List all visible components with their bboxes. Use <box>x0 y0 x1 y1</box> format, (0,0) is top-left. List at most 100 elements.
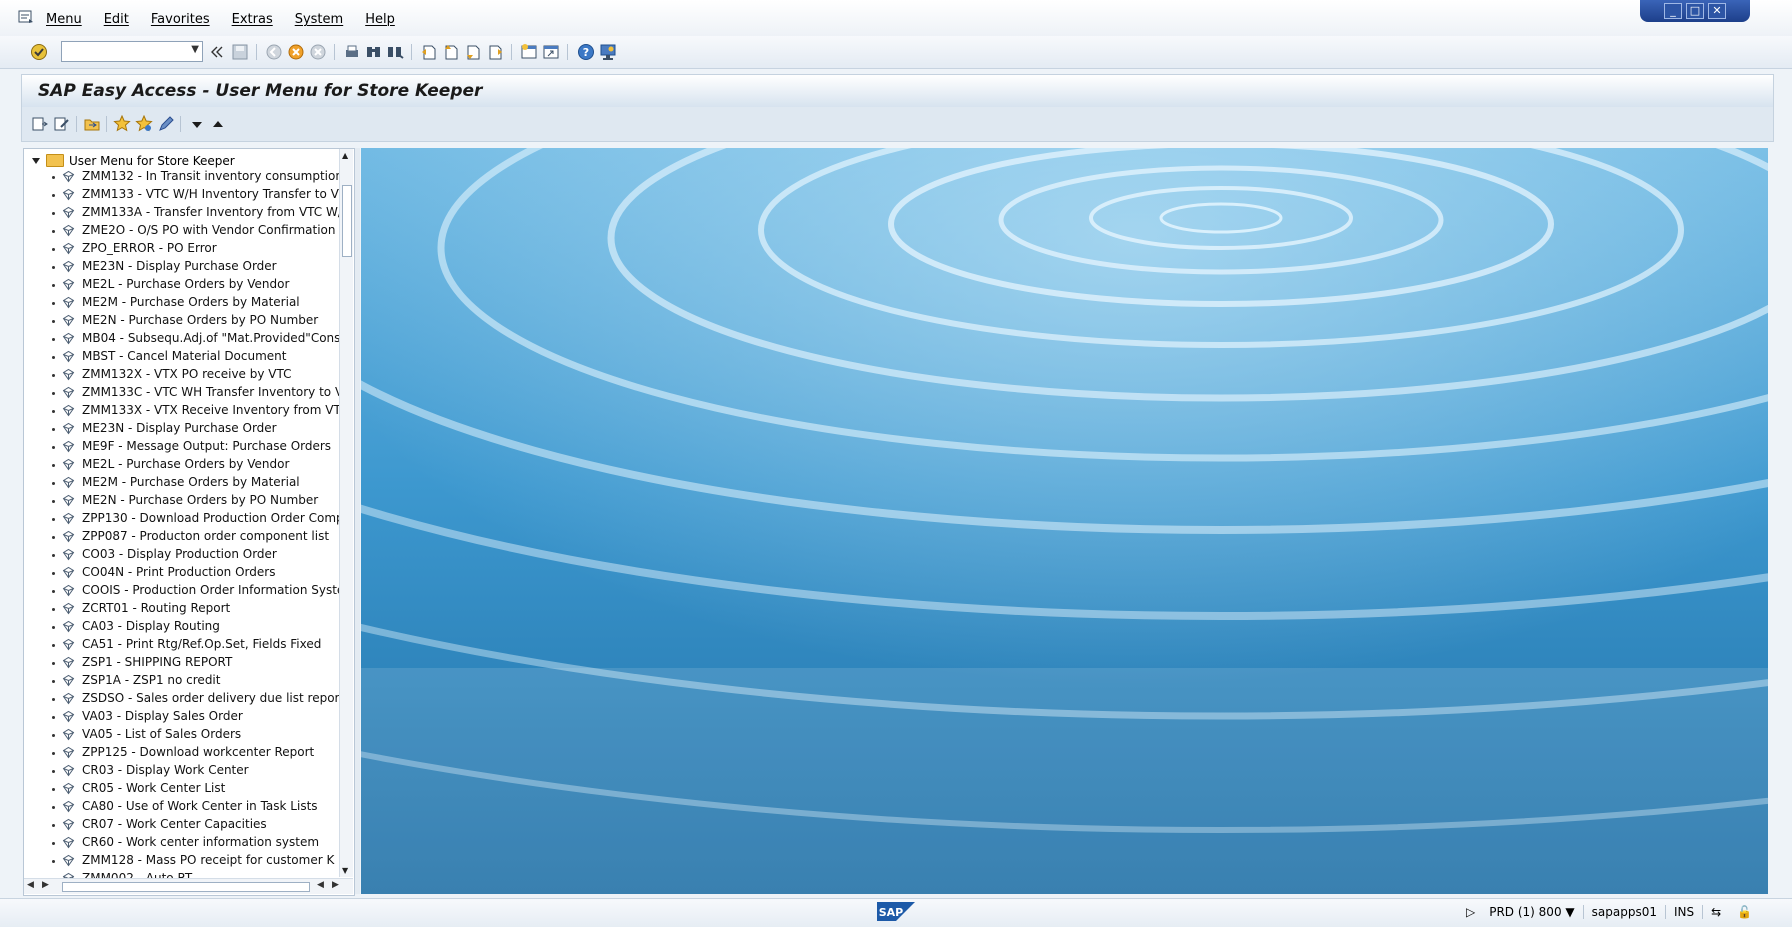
tree-item[interactable]: ZPO_ERROR - PO Error <box>24 240 339 258</box>
last-page-icon[interactable] <box>486 43 504 61</box>
add-favorite-icon[interactable] <box>113 115 131 133</box>
create-session-icon[interactable] <box>520 43 538 61</box>
triangle-down-icon[interactable] <box>188 115 206 133</box>
tree-item[interactable]: ZMM132X - VTX PO receive by VTC <box>24 366 339 384</box>
tree-item[interactable]: ZMM133 - VTC W/H Inventory Transfer to V… <box>24 186 339 204</box>
cancel-icon[interactable] <box>309 43 327 61</box>
tree-item[interactable]: ME2M - Purchase Orders by Material <box>24 294 339 312</box>
tree-item[interactable]: CR03 - Display Work Center <box>24 762 339 780</box>
save-icon[interactable] <box>231 43 249 61</box>
menu-item-help[interactable]: Help <box>365 12 395 27</box>
status-expand-icon[interactable]: ▷ <box>1466 905 1475 919</box>
transaction-icon <box>62 494 75 507</box>
menu-item-favorites[interactable]: Favorites <box>151 12 210 27</box>
tree-bullet <box>52 572 55 575</box>
lock-icon[interactable]: 🔓 <box>1729 905 1760 919</box>
tree-item[interactable]: CR05 - Work Center List <box>24 780 339 798</box>
expand-arrow-icon[interactable] <box>32 157 40 164</box>
tree-item[interactable]: VA03 - Display Sales Order <box>24 708 339 726</box>
change-favorite-icon[interactable] <box>157 115 175 133</box>
tree-item[interactable]: ZME2O - O/S PO with Vendor Confirmation <box>24 222 339 240</box>
tree-item[interactable]: CR07 - Work Center Capacities <box>24 816 339 834</box>
first-page-icon[interactable] <box>420 43 438 61</box>
tree-item[interactable]: ZMM133C - VTC WH Transfer Inventory to V… <box>24 384 339 402</box>
find-icon[interactable] <box>365 43 383 61</box>
scroll-left-icon[interactable]: ◀ <box>27 880 34 890</box>
tree-item[interactable]: CO04N - Print Production Orders <box>24 564 339 582</box>
command-field[interactable]: ▼ <box>61 41 203 62</box>
scroll-up-icon[interactable]: ▲ <box>342 151 348 160</box>
scroll-left-end-icon[interactable]: ◀ <box>317 880 324 890</box>
exit-icon[interactable] <box>287 43 305 61</box>
shortcut-icon[interactable] <box>542 43 560 61</box>
tree-root-node[interactable]: User Menu for Store Keeper <box>32 152 235 169</box>
scroll-down-icon[interactable]: ▼ <box>342 866 348 875</box>
tree-bullet <box>52 554 55 557</box>
tree-item[interactable]: ME2M - Purchase Orders by Material <box>24 474 339 492</box>
tree-item[interactable]: ZSDSO - Sales order delivery due list re… <box>24 690 339 708</box>
scroll-right-icon[interactable]: ▶ <box>42 880 49 890</box>
tree-item[interactable]: ME2N - Purchase Orders by PO Number <box>24 312 339 330</box>
tree-item[interactable]: ZSP1A - ZSP1 no credit <box>24 672 339 690</box>
horizontal-scrollbar[interactable]: ◀ ▶ ◀ ▶ <box>24 878 353 894</box>
triangle-up-icon[interactable] <box>209 115 227 133</box>
previous-page-icon[interactable] <box>442 43 460 61</box>
tree-item[interactable]: CA03 - Display Routing <box>24 618 339 636</box>
tree-item[interactable]: COOIS - Production Order Information Sys… <box>24 582 339 600</box>
sap-menu-icon[interactable] <box>83 115 101 133</box>
tree-item[interactable]: ZPP130 - Download Production Order Compo… <box>24 510 339 528</box>
tree-item[interactable]: MBST - Cancel Material Document <box>24 348 339 366</box>
other-menu-icon[interactable] <box>31 115 49 133</box>
tree-item[interactable]: ME2L - Purchase Orders by Vendor <box>24 456 339 474</box>
menu-item-menu[interactable]: Menu <box>46 12 82 27</box>
system-info[interactable]: PRD (1) 800 ▼ <box>1481 905 1584 919</box>
scroll-thumb[interactable] <box>342 185 352 257</box>
panel-splitter[interactable] <box>355 148 360 894</box>
overwrite-toggle-icon[interactable]: ⇆ <box>1703 905 1729 919</box>
minimize-icon[interactable]: _ <box>1664 3 1682 19</box>
scroll-right-end-icon[interactable]: ▶ <box>332 880 339 890</box>
tree-item[interactable]: ZMM133X - VTX Receive Inventory from VTC… <box>24 402 339 420</box>
tree-item[interactable]: ZMM128 - Mass PO receipt for customer K … <box>24 852 339 870</box>
transaction-icon <box>62 602 75 615</box>
tree-item[interactable]: ZSP1 - SHIPPING REPORT <box>24 654 339 672</box>
delete-favorite-icon[interactable] <box>135 115 153 133</box>
tree-item[interactable]: ME2L - Purchase Orders by Vendor <box>24 276 339 294</box>
maximize-icon[interactable]: □ <box>1686 3 1704 19</box>
tree-item[interactable]: CA51 - Print Rtg/Ref.Op.Set, Fields Fixe… <box>24 636 339 654</box>
tree-item[interactable]: VA05 - List of Sales Orders <box>24 726 339 744</box>
transaction-icon <box>62 620 75 633</box>
menu-icon[interactable] <box>18 10 34 24</box>
tree-item[interactable]: ME23N - Display Purchase Order <box>24 420 339 438</box>
tree-item[interactable]: CR60 - Work center information system <box>24 834 339 852</box>
tree-item[interactable]: ZPP125 - Download workcenter Report <box>24 744 339 762</box>
tree-item[interactable]: ZCRT01 - Routing Report <box>24 600 339 618</box>
print-icon[interactable] <box>343 43 361 61</box>
tree-item[interactable]: MB04 - Subsequ.Adj.of "Mat.Provided"Cons… <box>24 330 339 348</box>
tree-item[interactable]: ME23N - Display Purchase Order <box>24 258 339 276</box>
menu-item-extras[interactable]: Extras <box>232 12 273 27</box>
chevron-down-icon[interactable]: ▼ <box>191 44 199 55</box>
tree-item[interactable]: ZPP087 - Producton order component list <box>24 528 339 546</box>
tree-item-label: CA03 - Display Routing <box>82 619 220 633</box>
back-icon[interactable] <box>265 43 283 61</box>
tree-item[interactable]: ZMM132 - In Transit inventory consumptio… <box>24 168 339 186</box>
tree-item[interactable]: ZMM133A - Transfer Inventory from VTC W/… <box>24 204 339 222</box>
tree-item[interactable]: CA80 - Use of Work Center in Task Lists <box>24 798 339 816</box>
help-icon[interactable]: ? <box>577 43 595 61</box>
edit-menu-icon[interactable] <box>53 115 71 133</box>
tree-item[interactable]: CO03 - Display Production Order <box>24 546 339 564</box>
tree-item[interactable]: ME9F - Message Output: Purchase Orders <box>24 438 339 456</box>
close-icon[interactable]: ✕ <box>1708 3 1726 19</box>
customize-layout-icon[interactable] <box>599 43 617 61</box>
menu-item-edit[interactable]: Edit <box>104 12 129 27</box>
menu-item-system[interactable]: System <box>295 12 343 27</box>
next-page-icon[interactable] <box>464 43 482 61</box>
find-next-icon[interactable] <box>386 43 404 61</box>
enter-icon[interactable] <box>30 43 48 61</box>
vertical-scrollbar[interactable]: ▲ ▼ <box>339 149 353 877</box>
tree-bullet <box>52 428 55 431</box>
double-chevron-left-icon[interactable] <box>208 43 226 61</box>
tree-item[interactable]: ME2N - Purchase Orders by PO Number <box>24 492 339 510</box>
horizontal-scroll-thumb[interactable] <box>62 882 310 892</box>
